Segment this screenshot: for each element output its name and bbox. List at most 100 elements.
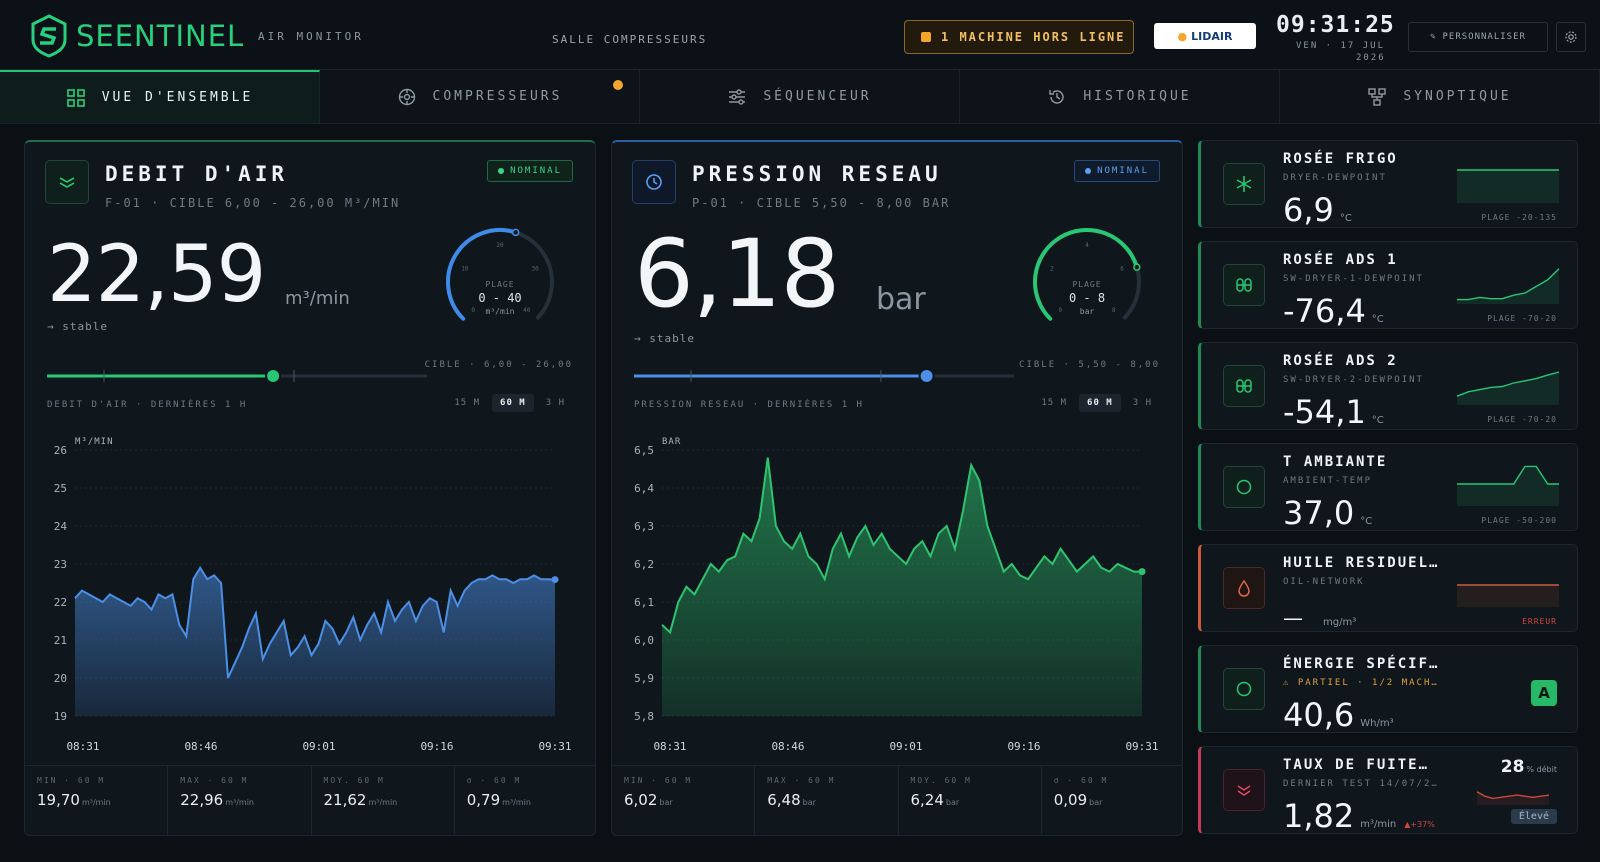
range-3h-button[interactable]: 3 H xyxy=(538,394,573,412)
stat-label: MAX · 60 M xyxy=(180,776,249,785)
sensor-unit: °C xyxy=(1371,314,1384,325)
date-year: 2026 xyxy=(1356,53,1386,63)
sensor-unit: Wh/m³ xyxy=(1360,718,1394,729)
sensor-icon-box xyxy=(1223,466,1265,508)
tab-sequencer[interactable]: SÉQUENCEUR xyxy=(640,70,960,123)
compressor-icon xyxy=(398,88,415,105)
pressure-slider[interactable] xyxy=(634,366,1014,386)
sensor-card-leak-rate[interactable]: TAUX DE FUITE… DERNIER TEST 14/07/2… 1,8… xyxy=(1198,746,1578,834)
sensor-value-line: -54,1 °C xyxy=(1283,393,1384,430)
gauge-tick-label: 40 xyxy=(523,307,531,314)
stat-number: 0,79 xyxy=(466,791,501,809)
pressure-gauge: 0 2 4 6 8 PLAGE 0 - 8 bar xyxy=(1033,228,1141,321)
sensor-sparkline xyxy=(1456,371,1560,405)
sensor-sparkline xyxy=(1457,584,1559,607)
offline-alert-button[interactable]: 1 MACHINE HORS LIGNE xyxy=(904,20,1134,54)
pressure-title: PRESSION RESEAU xyxy=(692,162,942,186)
sensor-value: — xyxy=(1283,606,1303,630)
sensor-sparkline xyxy=(1476,791,1550,805)
gauge-tick-label: 0 xyxy=(471,307,475,314)
partner-dot-icon: ● xyxy=(1177,29,1188,43)
flow-gauge: 0 10 20 30 40 PLAGE 0 - 40 m³/min xyxy=(446,228,554,321)
flow-stats: MIN · 60 M 19,70 m³/min MAX · 60 M 22,96 m³/… xyxy=(25,765,595,835)
pressure-chart-title: PRESSION RESEAU · DERNIÈRES 1 H xyxy=(634,400,864,410)
stat-unit: bar xyxy=(945,798,960,807)
y-tick-label: 6,1 xyxy=(634,596,654,609)
status-dot-icon xyxy=(1085,168,1092,174)
sensor-id: SW-DRYER-2-DEWPOINT xyxy=(1283,375,1424,385)
pressure-status-label: NOMINAL xyxy=(1097,166,1149,176)
tab-history[interactable]: HISTORIQUE xyxy=(960,70,1280,123)
flow-chart-title: DEBIT D'AIR · DERNIÈRES 1 H xyxy=(47,400,248,410)
flow-target: CIBLE · 6,00 - 26,00 xyxy=(424,360,573,370)
grid-icon xyxy=(66,88,85,107)
gauge-range: 0 - 8 xyxy=(1069,291,1105,305)
gauge-label: PLAGE xyxy=(485,280,514,289)
pressure-panel: PRESSION RESEAU P-01 · CIBLE 5,50 - 8,00… xyxy=(611,140,1183,836)
pressure-stats: MIN · 60 M 6,02 bar MAX · 60 M 6,48 bar MOY.… xyxy=(612,765,1182,835)
x-tick-label: 08:46 xyxy=(771,740,804,753)
flow-slider[interactable] xyxy=(47,366,427,386)
filter-icon xyxy=(1236,278,1252,292)
flow-stat-min: MIN · 60 M 19,70 m³/min xyxy=(25,766,169,835)
sensor-card-ambient-temp[interactable]: T AMBIANTE AMBIENT-TEMP 37,0 °C PLAGE -50… xyxy=(1198,443,1578,531)
top-bar: SEENTINEL AIR MONITOR SALLE COMPRESSEURS… xyxy=(0,0,1600,70)
leak-pct-value: 28 xyxy=(1500,757,1525,777)
range-15m-button[interactable]: 15 M xyxy=(446,394,488,412)
chevrons-down-icon xyxy=(59,177,75,188)
leak-percentage: 28% débit xyxy=(1501,757,1557,777)
y-tick-label: 19 xyxy=(54,710,67,723)
room-name: SALLE COMPRESSEURS xyxy=(552,33,708,46)
sensor-icon-box xyxy=(1223,163,1265,205)
pressure-range-selector: 15 M 60 M 3 H xyxy=(1033,394,1160,412)
sensor-icon-box xyxy=(1223,567,1265,609)
sensor-card-ads1-dewpoint[interactable]: ROSÉE ADS 1 SW-DRYER-1-DEWPOINT -76,4 °C … xyxy=(1198,241,1578,329)
sensor-value-line: — mg/m³ xyxy=(1283,595,1356,631)
stat-unit: bar xyxy=(802,798,816,807)
sensor-title: ROSÉE ADS 1 xyxy=(1283,252,1398,268)
tab-compressors[interactable]: COMPRESSEURS xyxy=(320,70,640,123)
stat-value: 6,24 bar xyxy=(911,791,1041,809)
stat-label: MIN · 60 M xyxy=(624,776,693,785)
x-tick-label: 09:16 xyxy=(420,740,453,753)
range-60m-button[interactable]: 60 M xyxy=(492,394,534,412)
flow-unit: m³/min xyxy=(285,288,350,309)
app-name: AIR MONITOR xyxy=(258,30,364,43)
tab-synoptic-label: SYNOPTIQUE xyxy=(1403,89,1512,104)
pressure-unit: bar xyxy=(876,282,926,317)
range-60m-button[interactable]: 60 M xyxy=(1079,394,1121,412)
range-15m-button[interactable]: 15 M xyxy=(1033,394,1075,412)
sensor-value: -54,1 xyxy=(1283,393,1366,430)
sliders-icon xyxy=(729,88,746,105)
customize-button[interactable]: ✎ PERSONNALISER xyxy=(1408,22,1548,52)
range-3h-button[interactable]: 3 H xyxy=(1125,394,1160,412)
sensor-range: PLAGE -20-135 xyxy=(1481,213,1557,222)
sensor-value: 40,6 xyxy=(1283,696,1355,733)
flow-title: DEBIT D'AIR xyxy=(105,162,289,186)
tab-synoptic[interactable]: SYNOPTIQUE xyxy=(1280,70,1600,123)
brand-logo[interactable]: SEENTINEL xyxy=(30,14,244,58)
clock: 09:31:25 xyxy=(1276,12,1395,38)
sensor-card-residual-oil[interactable]: HUILE RESIDUEL… OIL-NETWORK — mg/m³ ERREU… xyxy=(1198,544,1578,632)
sensor-card-specific-energy[interactable]: ÉNERGIE SPÉCIF… ⚠ PARTIEL · 1/2 MACH… 40… xyxy=(1198,645,1578,733)
leak-delta: ▲+37% xyxy=(1404,820,1435,829)
leak-pct-unit: % débit xyxy=(1526,765,1557,774)
latest-point xyxy=(551,576,559,584)
sensor-icon-box xyxy=(1223,365,1265,407)
sensor-card-dryer-dewpoint[interactable]: ROSÉE FRIGO DRYER-DEWPOINT 6,9 °C PLAGE -… xyxy=(1198,140,1578,228)
settings-button[interactable] xyxy=(1556,22,1586,52)
x-tick-label: 08:31 xyxy=(653,740,686,753)
stat-label: σ · 60 M xyxy=(1053,776,1109,785)
alert-label: 1 MACHINE HORS LIGNE xyxy=(941,30,1126,44)
stat-unit: m³/min xyxy=(368,798,398,807)
tab-sequencer-label: SÉQUENCEUR xyxy=(763,89,872,104)
sensor-card-ads2-dewpoint[interactable]: ROSÉE ADS 2 SW-DRYER-2-DEWPOINT -54,1 °C … xyxy=(1198,342,1578,430)
stat-label: MIN · 60 M xyxy=(37,776,106,785)
stat-value: 19,70 m³/min xyxy=(37,791,167,809)
x-tick-label: 09:16 xyxy=(1007,740,1040,753)
x-tick-label: 09:01 xyxy=(889,740,922,753)
pressure-subtitle: P-01 · CIBLE 5,50 - 8,00 BAR xyxy=(692,196,951,210)
pressure-stat-avg: MOY. 60 M 6,24 bar xyxy=(899,766,1042,835)
pressure-status-badge: NOMINAL xyxy=(1074,160,1160,182)
tab-overview[interactable]: VUE D'ENSEMBLE xyxy=(0,70,320,123)
